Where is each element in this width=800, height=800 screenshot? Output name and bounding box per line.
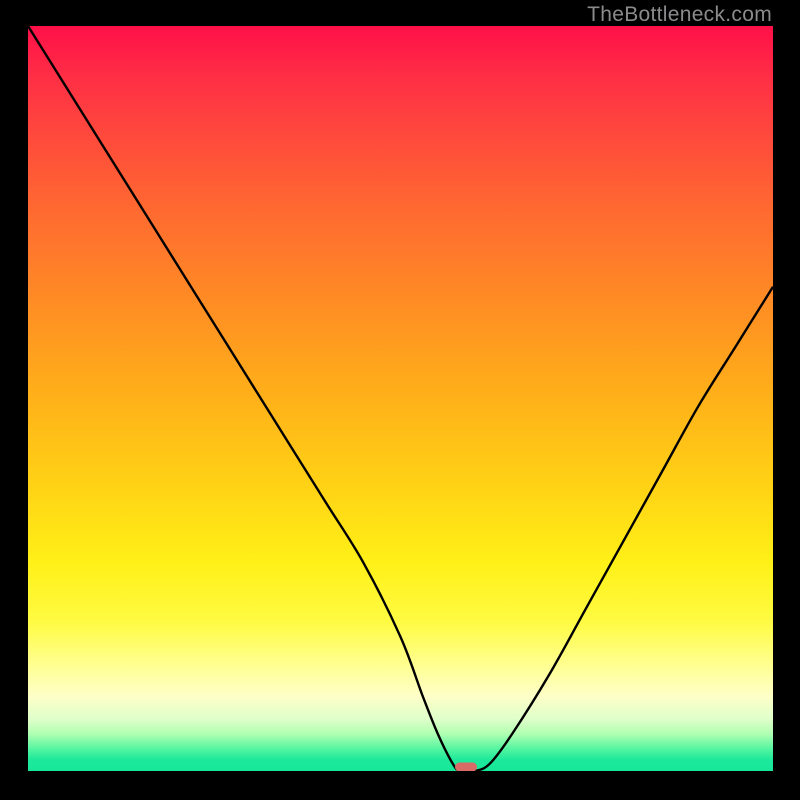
optimal-marker <box>455 763 477 771</box>
chart-frame: TheBottleneck.com <box>0 0 800 800</box>
watermark-text: TheBottleneck.com <box>587 3 772 27</box>
plot-area <box>28 26 773 771</box>
bottleneck-curve <box>28 26 773 771</box>
